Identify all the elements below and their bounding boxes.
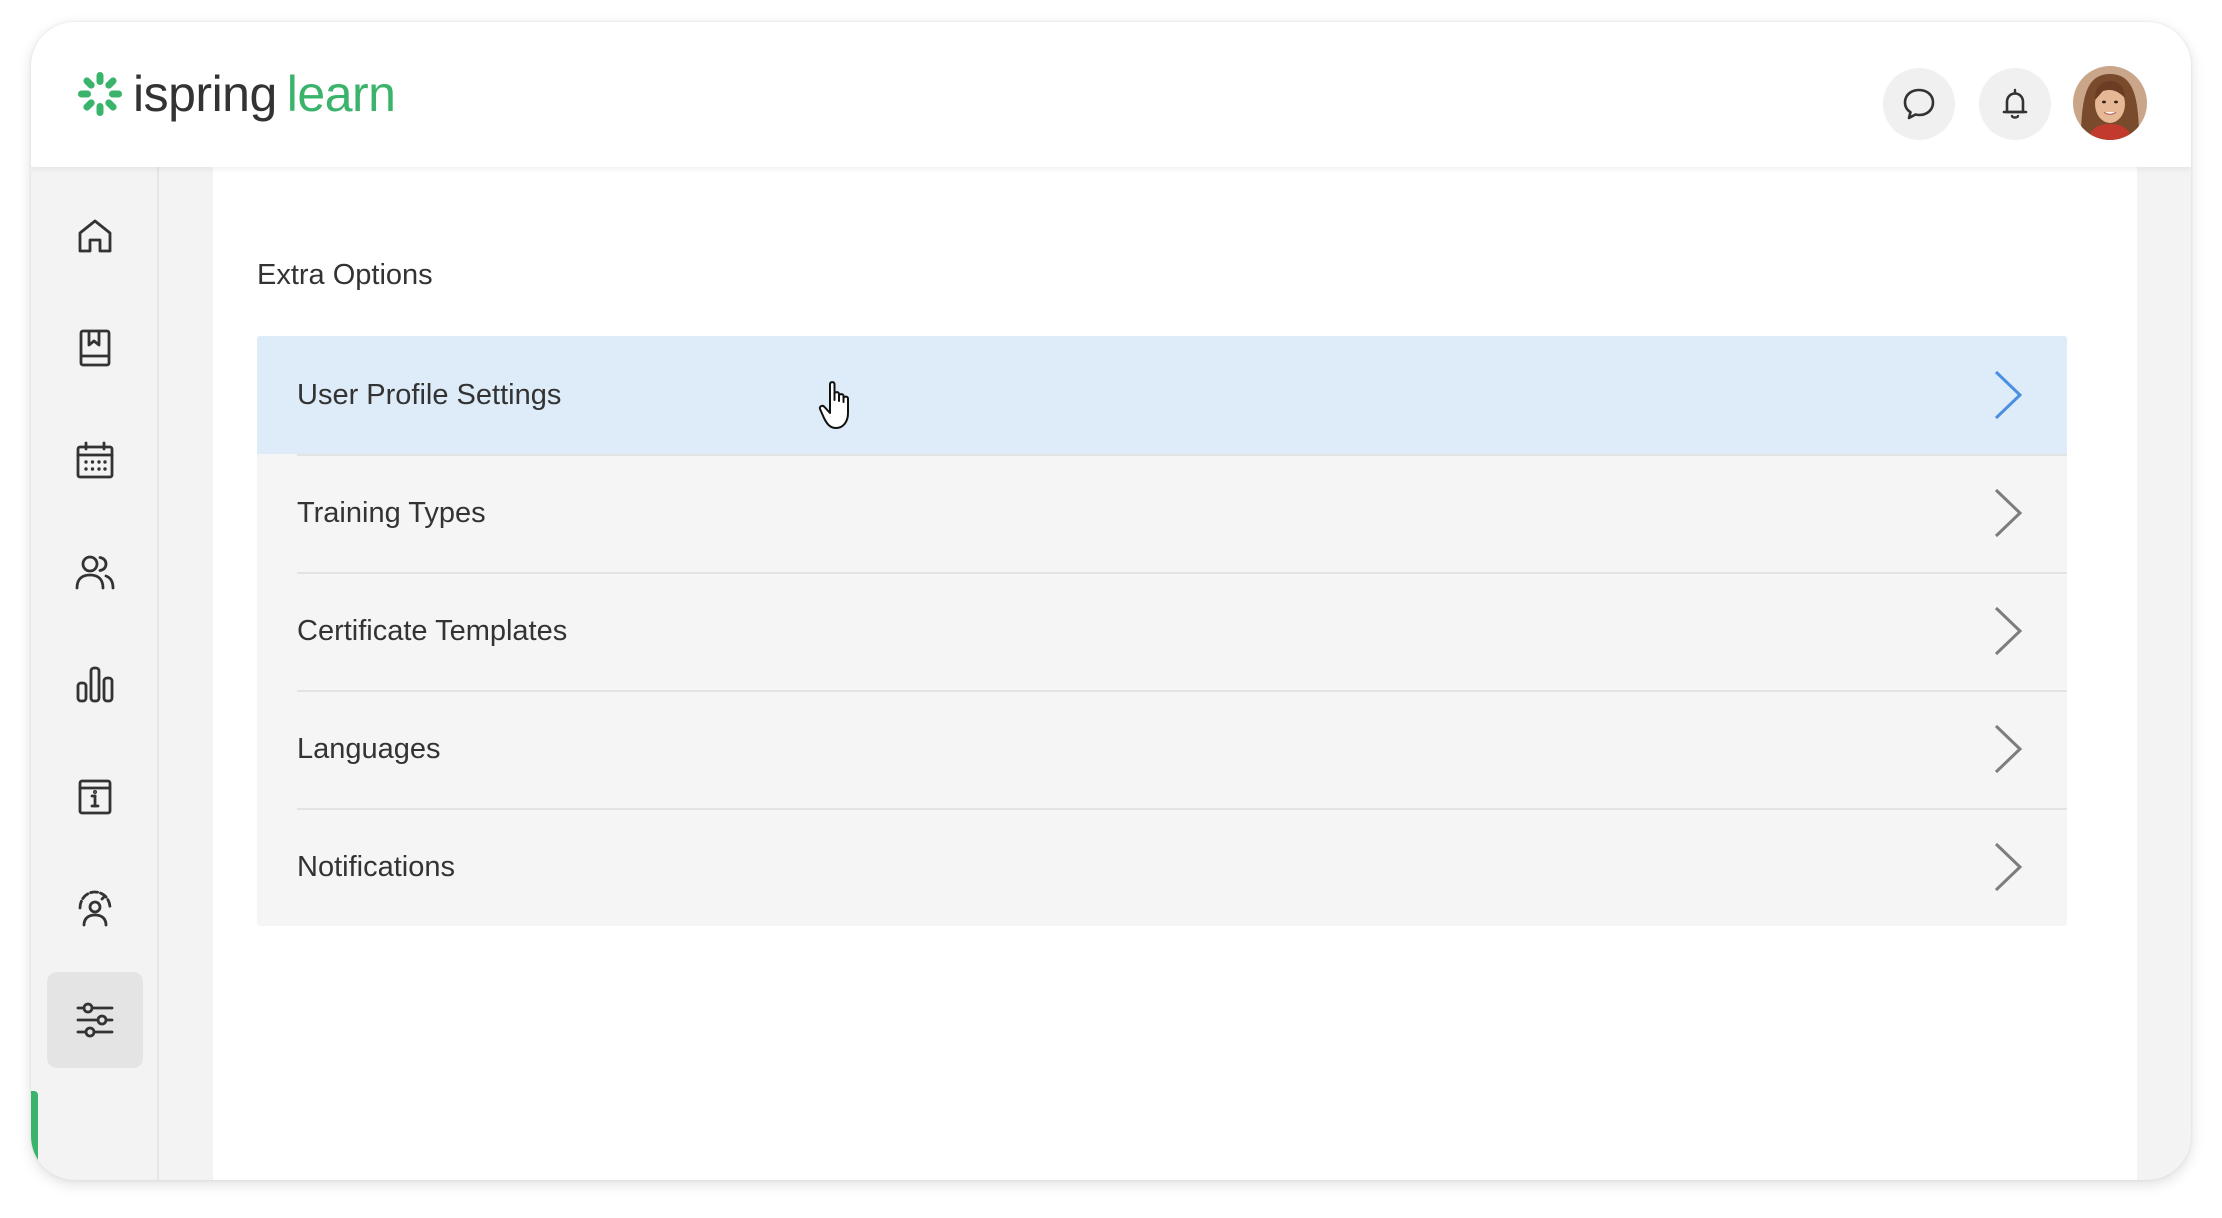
option-languages[interactable]: Languages xyxy=(257,690,2067,808)
ispring-learn-logo[interactable]: ispring learn xyxy=(75,64,396,124)
left-sidebar xyxy=(31,167,159,1180)
chevron-right-icon xyxy=(1994,488,2023,538)
ispring-logo-icon xyxy=(78,72,122,116)
sidebar-item-settings[interactable] xyxy=(47,972,143,1068)
logo-text-learn: learn xyxy=(286,66,396,122)
user-avatar-image xyxy=(2073,66,2147,140)
avatar[interactable] xyxy=(2073,66,2147,140)
chevron-right-icon xyxy=(1994,370,2023,420)
option-label: Certificate Templates xyxy=(297,615,568,647)
main-content: Extra Options User Profile Settings Trai… xyxy=(213,167,2137,1180)
sidebar-item-calendar[interactable] xyxy=(47,412,143,508)
option-label: Languages xyxy=(297,733,441,765)
option-certificate-templates[interactable]: Certificate Templates xyxy=(257,572,2067,690)
top-header: ispring learn xyxy=(31,22,2191,167)
calendar-icon xyxy=(76,441,114,479)
sliders-icon xyxy=(76,1002,114,1038)
chat-button[interactable] xyxy=(1883,68,1955,140)
book-icon xyxy=(79,329,111,367)
app-window: ispring learn Extra Options User Profile… xyxy=(31,22,2191,1180)
option-label: Notifications xyxy=(297,851,455,883)
users-icon xyxy=(75,555,115,590)
option-training-types[interactable]: Training Types xyxy=(257,454,2067,572)
sidebar-item-users[interactable] xyxy=(47,524,143,620)
sidebar-item-admin[interactable] xyxy=(47,860,143,956)
chevron-right-icon xyxy=(1994,842,2023,892)
sidebar-item-reports[interactable] xyxy=(47,636,143,732)
info-page-icon xyxy=(78,779,112,815)
user-settings-icon xyxy=(78,890,112,927)
chat-bubble-icon xyxy=(1903,88,1935,120)
bell-icon xyxy=(2002,88,2028,119)
sidebar-item-info[interactable] xyxy=(47,748,143,844)
logo-text-ispring: ispring xyxy=(133,66,277,122)
sidebar-item-courses[interactable] xyxy=(47,300,143,396)
page-title: Extra Options xyxy=(257,259,433,291)
option-notifications[interactable]: Notifications xyxy=(257,808,2067,926)
chevron-right-icon xyxy=(1994,724,2023,774)
option-label: User Profile Settings xyxy=(297,379,562,411)
home-icon xyxy=(78,219,112,253)
notifications-button[interactable] xyxy=(1979,68,2051,140)
option-user-profile-settings[interactable]: User Profile Settings xyxy=(257,336,2067,454)
chevron-right-icon xyxy=(1994,606,2023,656)
sidebar-item-home[interactable] xyxy=(47,188,143,284)
options-list: User Profile Settings Training Types Cer… xyxy=(257,336,2067,926)
active-indicator xyxy=(31,1091,38,1180)
bar-chart-icon xyxy=(76,666,114,703)
option-label: Training Types xyxy=(297,497,486,529)
